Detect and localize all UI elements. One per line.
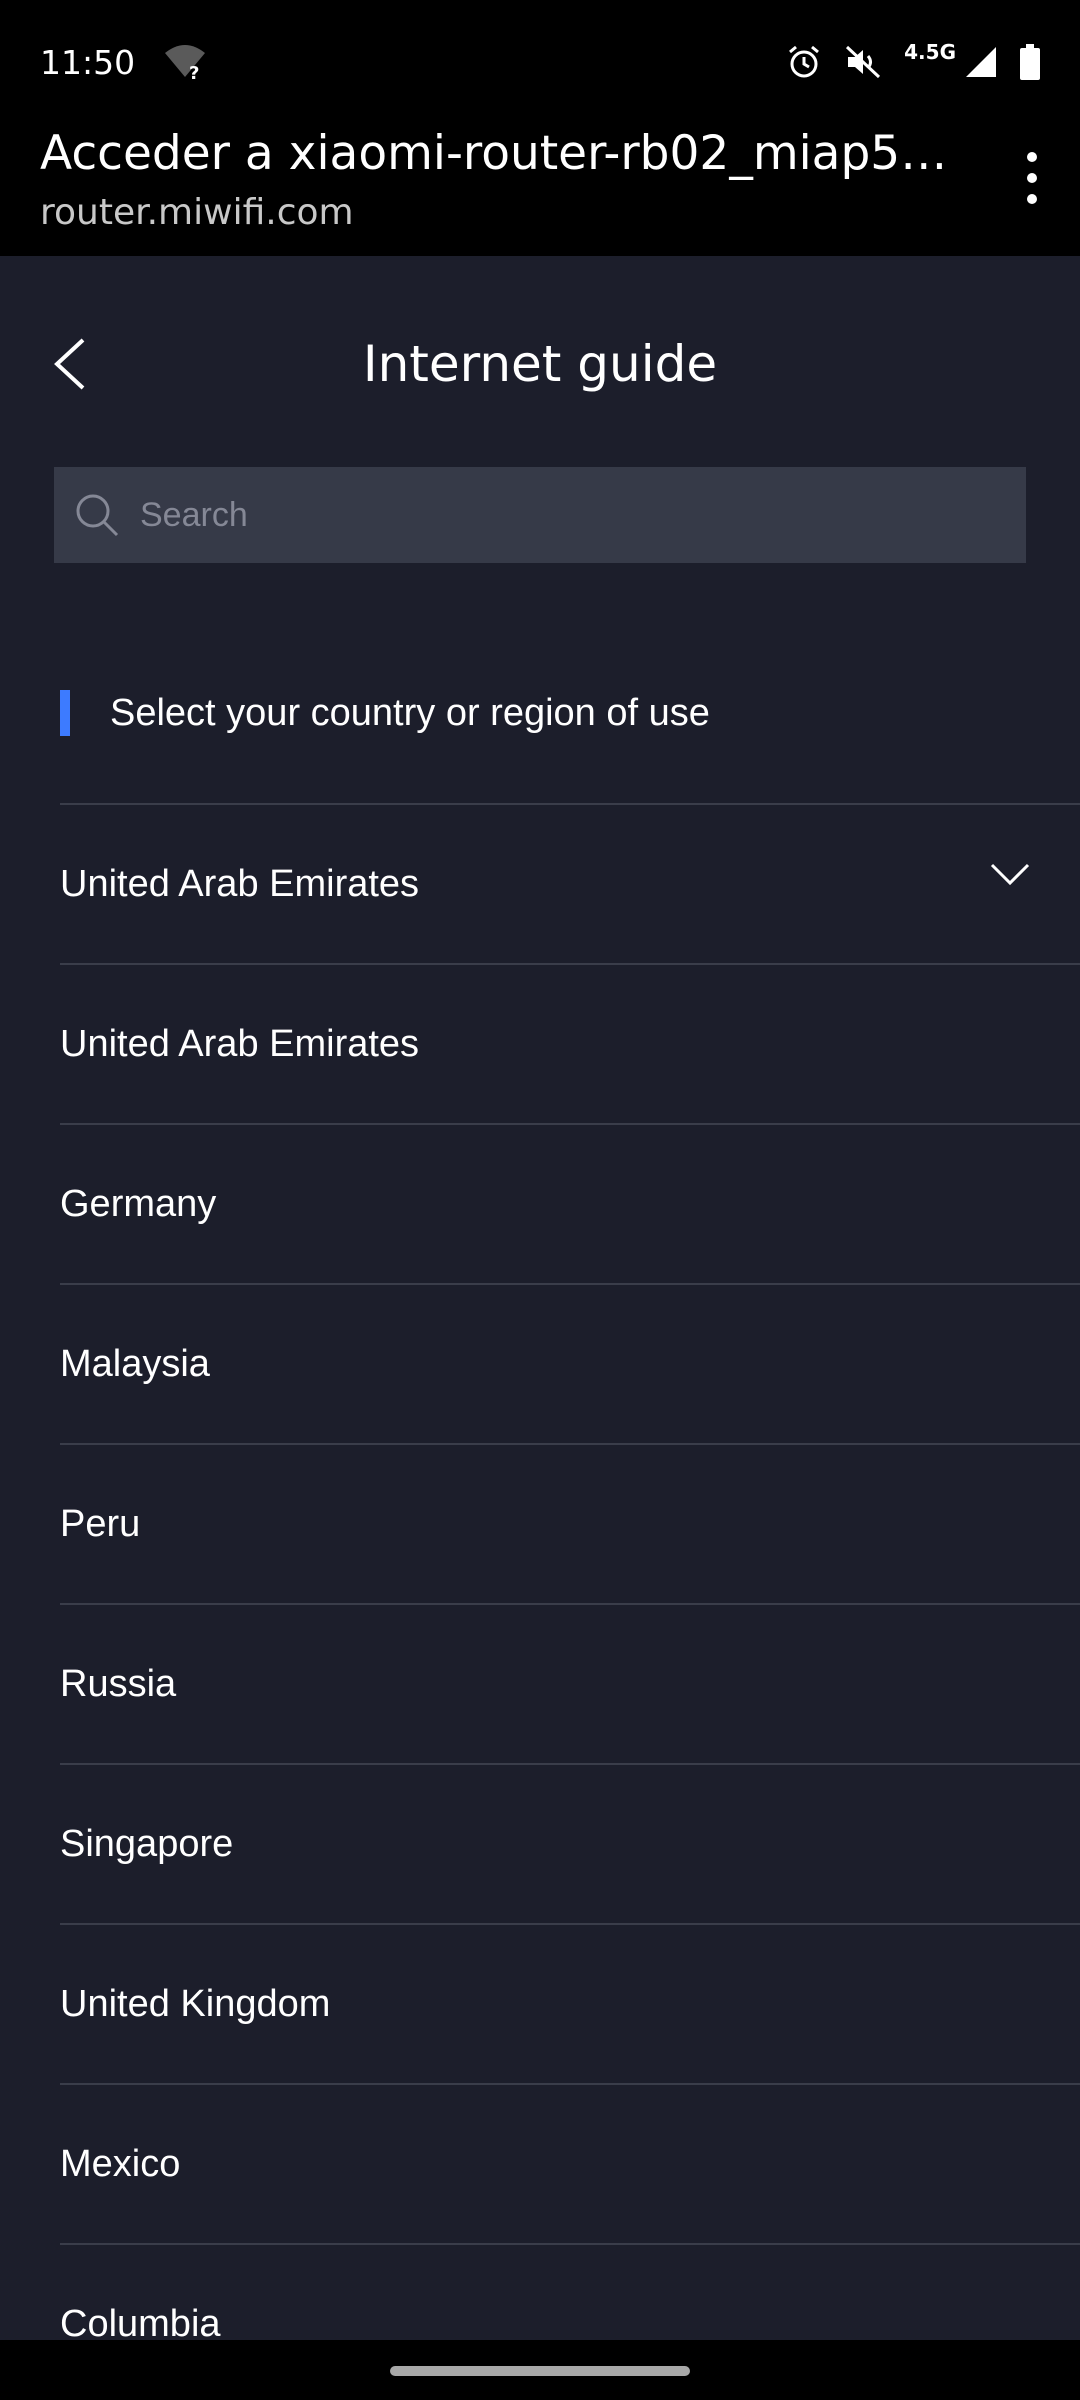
section-accent-bar — [60, 690, 70, 736]
battery-icon — [1020, 44, 1040, 80]
status-time: 11:50 — [40, 42, 136, 82]
country-item-peru[interactable]: Peru — [60, 1443, 1080, 1603]
selected-country-label: United Arab Emirates — [60, 862, 420, 905]
more-vert-icon[interactable] — [1012, 148, 1052, 208]
country-item-label: Germany — [60, 1182, 217, 1225]
country-item-malaysia[interactable]: Malaysia — [60, 1283, 1080, 1443]
country-item-united-arab-emirates[interactable]: United Arab Emirates — [60, 963, 1080, 1123]
section-heading: Select your country or region of use — [60, 690, 710, 736]
country-item-label: Singapore — [60, 1822, 234, 1865]
vibrate-off-icon — [844, 44, 882, 80]
country-item-label: United Arab Emirates — [60, 1022, 420, 1065]
wifi-unknown-icon: ? — [163, 43, 207, 81]
browser-page-title: Acceder a xiaomi-router-rb02_miap53... — [40, 126, 960, 181]
search-icon — [76, 494, 119, 537]
country-list: United Arab Emirates United Arab Emirate… — [60, 803, 1080, 2340]
country-item-label: Malaysia — [60, 1342, 210, 1385]
country-item-germany[interactable]: Germany — [60, 1123, 1080, 1283]
country-item-united-kingdom[interactable]: United Kingdom — [60, 1923, 1080, 2083]
internet-guide-page: Internet guide Select your country or re… — [0, 256, 1080, 2340]
country-item-label: Mexico — [60, 2142, 181, 2185]
country-select-dropdown[interactable]: United Arab Emirates — [60, 803, 1080, 963]
chevron-down-icon — [990, 863, 1030, 886]
section-heading-text: Select your country or region of use — [110, 691, 710, 734]
search-bar[interactable] — [54, 467, 1026, 563]
alarm-icon — [786, 44, 822, 80]
country-item-singapore[interactable]: Singapore — [60, 1763, 1080, 1923]
country-item-label: Russia — [60, 1662, 177, 1705]
search-input[interactable] — [138, 475, 1006, 555]
system-nav-bar — [0, 2340, 1080, 2400]
country-item-columbia[interactable]: Columbia — [60, 2243, 1080, 2340]
country-item-label: Columbia — [60, 2302, 221, 2341]
network-type-label: 4.5G — [904, 40, 956, 64]
country-item-label: United Kingdom — [60, 1982, 331, 2025]
status-bar: 11:50 ? 4.5G — [0, 0, 1080, 124]
home-gesture-handle[interactable] — [390, 2366, 690, 2376]
browser-title-bar: Acceder a xiaomi-router-rb02_miap53... r… — [0, 124, 1080, 256]
svg-text:?: ? — [189, 63, 199, 81]
browser-url[interactable]: router.miwifi.com — [40, 188, 354, 238]
cell-signal-icon — [964, 45, 998, 79]
page-title: Internet guide — [362, 335, 718, 393]
country-item-russia[interactable]: Russia — [60, 1603, 1080, 1763]
country-item-mexico[interactable]: Mexico — [60, 2083, 1080, 2243]
country-item-label: Peru — [60, 1502, 141, 1545]
page-header: Internet guide — [0, 256, 1080, 461]
